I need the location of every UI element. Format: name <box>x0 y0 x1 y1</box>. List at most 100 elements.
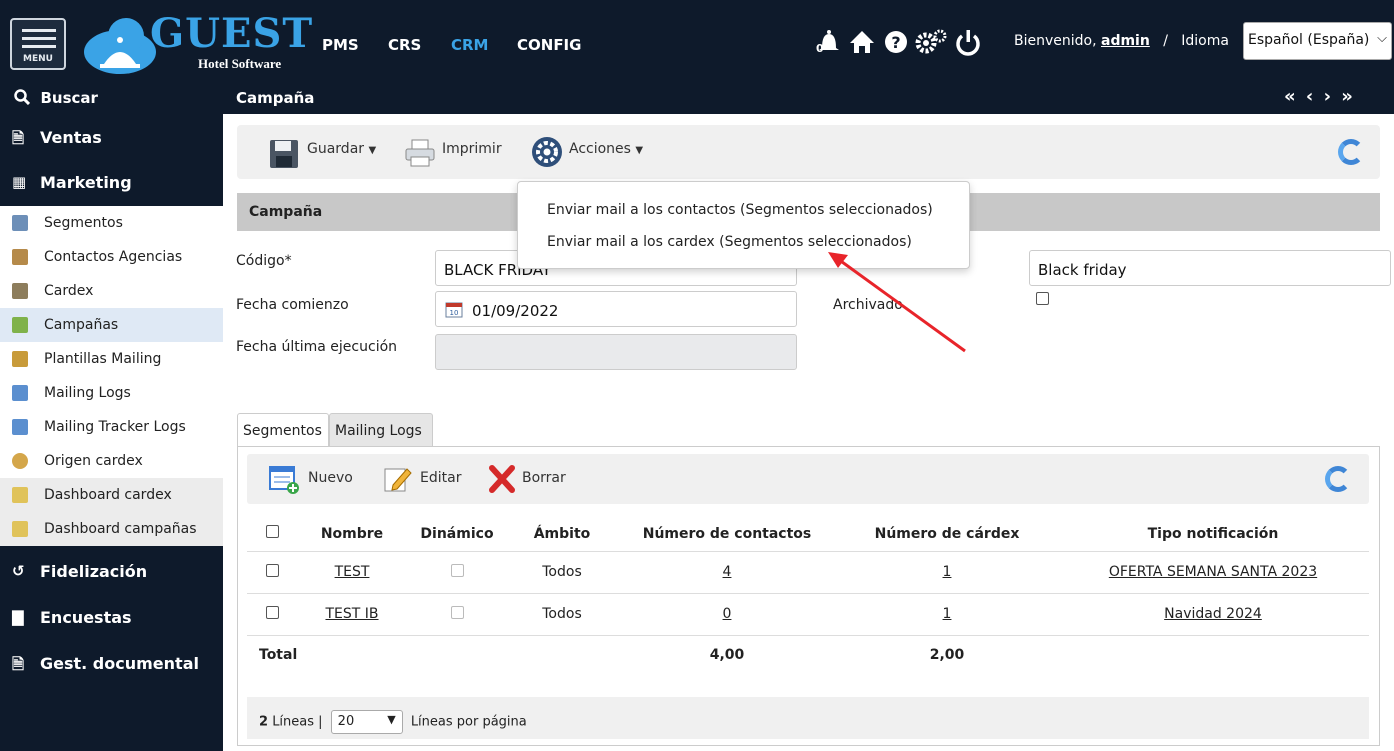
marketing-icon: ▦ <box>12 173 27 191</box>
contacts-count-link[interactable]: 0 <box>723 606 732 622</box>
nav-config[interactable]: CONFIG <box>517 36 581 54</box>
log-icon <box>12 419 28 435</box>
sidebar-group-encuestas[interactable]: ▇ Encuestas <box>0 598 223 638</box>
sidebar-item-mailing-tracker-logs[interactable]: Mailing Tracker Logs <box>0 410 223 444</box>
sidebar-item-plantillas-mailing[interactable]: Plantillas Mailing <box>0 342 223 376</box>
sidebar-group-ventas[interactable]: 🗎 Ventas <box>0 118 223 158</box>
brand-name: GUEST <box>150 10 314 57</box>
notification-type-link[interactable]: Navidad 2024 <box>1164 606 1262 622</box>
column-header[interactable]: Número de cárdex <box>837 517 1057 552</box>
document-icon: 🗎 <box>12 129 25 147</box>
record-navigation[interactable]: « ‹ › » <box>1284 86 1355 107</box>
sidebar-item-contactos-agencias[interactable]: Contactos Agencias <box>0 240 223 274</box>
sidebar-item-label: Mailing Tracker Logs <box>44 419 186 435</box>
power-icon[interactable] <box>954 28 982 62</box>
new-button[interactable]: Nuevo <box>308 470 353 486</box>
cardex-icon <box>12 283 28 299</box>
chart-icon: ▇ <box>12 608 24 626</box>
notification-type-link[interactable]: OFERTA SEMANA SANTA 2023 <box>1109 564 1317 580</box>
sidebar-item-dashboard-cardex[interactable]: Dashboard cardex <box>0 478 223 512</box>
grid-refresh-icon[interactable] <box>1325 466 1351 492</box>
chevron-down-icon: ⌵ <box>1377 31 1387 46</box>
sidebar-group-gest-documental[interactable]: 🗎 Gest. documental <box>0 644 223 684</box>
page-size-value: 20 <box>337 714 355 729</box>
table-total-row: Total 4,00 2,00 <box>247 635 1369 675</box>
contacts-count-link[interactable]: 4 <box>723 564 732 580</box>
actions-button[interactable]: Acciones ▼ <box>569 141 643 157</box>
welcome-prefix: Bienvenido, <box>1014 33 1097 49</box>
hamburger-icon-bar <box>22 45 56 48</box>
menu-button[interactable]: MENU <box>10 18 66 70</box>
form-toolbar: Guardar ▼ Imprimir Acciones ▼ <box>237 125 1380 179</box>
svg-text:?: ? <box>891 33 900 52</box>
start-date-label: Fecha comienzo <box>236 297 349 313</box>
archived-checkbox[interactable] <box>1036 292 1049 305</box>
caret-down-icon: ▼ <box>368 145 377 156</box>
start-date-field[interactable]: 10 01/09/2022 <box>435 291 797 327</box>
grid-toolbar: Nuevo Editar Borrar <box>247 454 1369 504</box>
sidebar-item-campanas[interactable]: Campañas <box>0 308 223 342</box>
language-value: Español (España) <box>1248 32 1370 48</box>
code-label: Código* <box>236 253 292 269</box>
sidebar-group-marketing[interactable]: ▦ Marketing <box>0 163 223 203</box>
sub-bar: Buscar Campaña « ‹ › » <box>0 84 1394 114</box>
start-date-value: 01/09/2022 <box>472 302 559 320</box>
column-header[interactable]: Dinámico <box>407 517 507 552</box>
column-header[interactable]: Tipo notificación <box>1057 517 1369 552</box>
print-button[interactable]: Imprimir <box>442 141 502 157</box>
column-header[interactable]: Nombre <box>297 517 407 552</box>
settings-gears-icon[interactable] <box>914 28 948 62</box>
home-icon[interactable] <box>848 28 876 62</box>
search-button[interactable]: Buscar <box>14 89 98 107</box>
table-row: TEST IB Todos 0 1 Navidad 2024 <box>247 593 1369 636</box>
segments-table: Nombre Dinámico Ámbito Número de contact… <box>247 517 1369 675</box>
column-header[interactable]: Ámbito <box>507 517 617 552</box>
row-checkbox[interactable] <box>265 563 279 577</box>
svg-text:10: 10 <box>450 309 459 317</box>
notification-count: 0 <box>816 42 824 55</box>
total-label: Total <box>259 647 298 664</box>
help-icon[interactable]: ? <box>882 28 910 62</box>
sidebar-group-label: Marketing <box>40 173 132 192</box>
cardex-count-link[interactable]: 1 <box>943 564 952 580</box>
page-size-select[interactable]: 20 ▼ <box>330 710 403 734</box>
sidebar-item-dashboard-campanas[interactable]: Dashboard campañas <box>0 512 223 546</box>
segment-name-link[interactable]: TEST <box>335 564 370 580</box>
sidebar-item-label: Plantillas Mailing <box>44 351 162 367</box>
last-execution-label: Fecha última ejecución <box>236 339 398 355</box>
tab-segmentos[interactable]: Segmentos <box>237 413 329 446</box>
tab-mailing-logs[interactable]: Mailing Logs <box>329 413 433 446</box>
menu-item-mail-cardex[interactable]: Enviar mail a los cardex (Segmentos sele… <box>547 234 912 250</box>
calendar-icon: 10 <box>445 302 463 318</box>
save-button[interactable]: Guardar ▼ <box>307 141 376 157</box>
sidebar-item-mailing-logs[interactable]: Mailing Logs <box>0 376 223 410</box>
nav-crs[interactable]: CRS <box>388 36 421 54</box>
notifications-bell-icon[interactable]: 0 <box>814 28 844 64</box>
refresh-icon[interactable] <box>1338 139 1364 165</box>
language-select[interactable]: Español (España) ⌵ <box>1243 22 1392 60</box>
sidebar-item-cardex[interactable]: Cardex <box>0 274 223 308</box>
nav-pms[interactable]: PMS <box>322 36 359 54</box>
sidebar-item-origen-cardex[interactable]: Origen cardex <box>0 444 223 478</box>
segments-icon <box>12 215 28 231</box>
campaigns-icon <box>12 317 28 333</box>
nav-crm[interactable]: CRM <box>451 36 489 54</box>
sidebar-item-segmentos[interactable]: Segmentos <box>0 206 223 240</box>
language-label: Idioma <box>1181 33 1229 49</box>
dynamic-checkbox <box>450 563 464 577</box>
column-header[interactable]: Número de contactos <box>617 517 837 552</box>
username-link[interactable]: admin <box>1101 33 1150 49</box>
cardex-count-link[interactable]: 1 <box>943 606 952 622</box>
dashboard-icon <box>12 487 28 503</box>
campaign-name-field[interactable]: Black friday <box>1029 250 1391 286</box>
menu-item-mail-contacts[interactable]: Enviar mail a los contactos (Segmentos s… <box>547 202 933 218</box>
edit-button[interactable]: Editar <box>420 470 461 486</box>
delete-button[interactable]: Borrar <box>522 470 566 486</box>
select-all-checkbox[interactable] <box>265 525 279 539</box>
guest-logo[interactable]: GUEST Hotel Software <box>80 10 312 76</box>
sidebar-group-label: Ventas <box>40 128 102 147</box>
row-checkbox[interactable] <box>265 605 279 619</box>
sidebar-group-fidelizacion[interactable]: ↺ Fidelización <box>0 552 223 592</box>
segment-name-link[interactable]: TEST IB <box>325 606 378 622</box>
top-bar: MENU GUEST Hotel Software PMS CRS CRM CO… <box>0 0 1394 84</box>
